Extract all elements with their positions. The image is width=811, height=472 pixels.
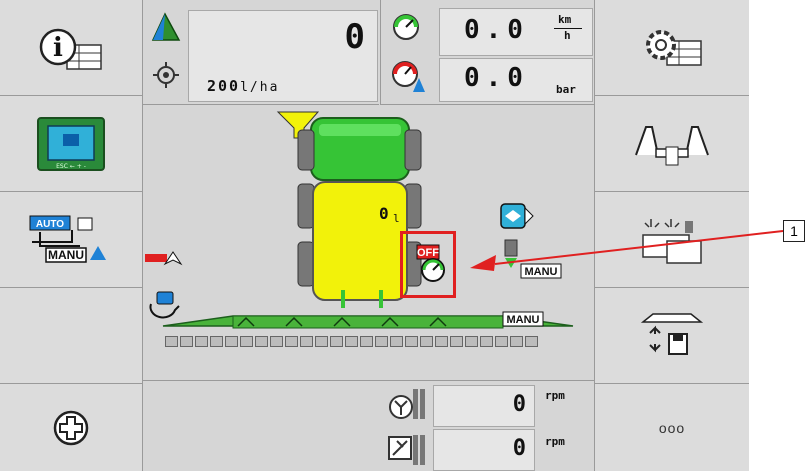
- callout-number: 1: [783, 220, 805, 242]
- callout-arrow: [470, 230, 784, 271]
